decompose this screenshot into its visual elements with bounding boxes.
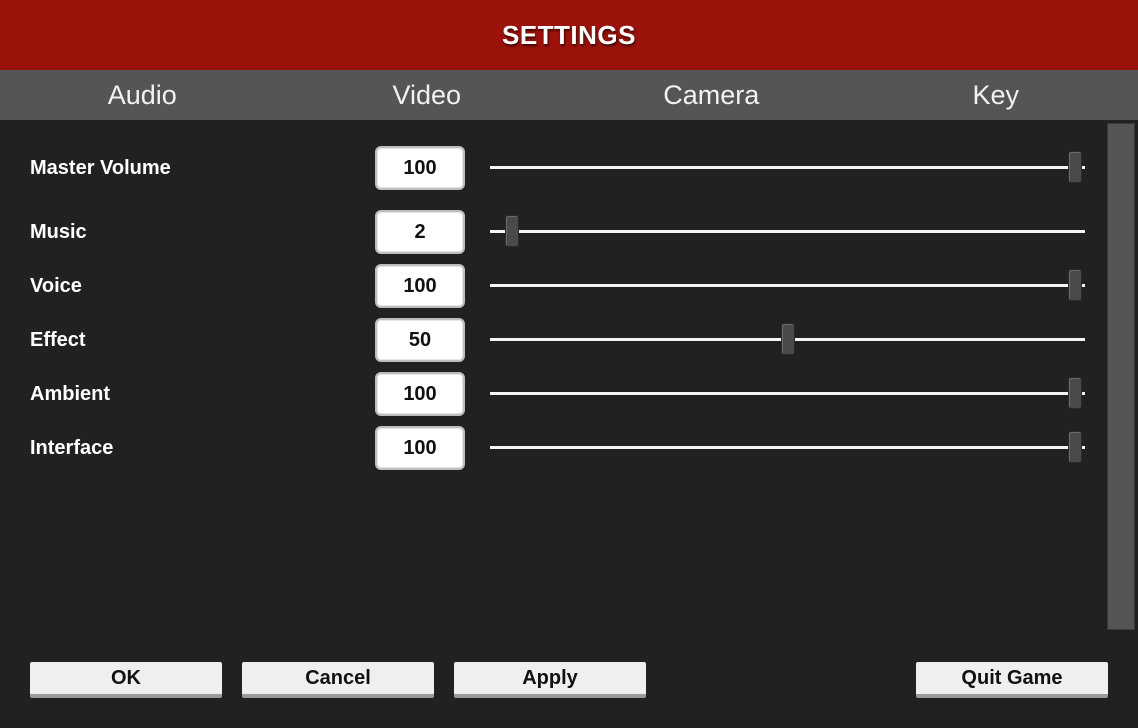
ok-button[interactable]: OK — [30, 662, 222, 698]
audio-settings-panel: Master Volume 100 Music 2 Voice 100 Effe… — [0, 120, 1108, 632]
master-volume-slider-thumb[interactable] — [1068, 151, 1082, 183]
voice-label: Voice — [30, 275, 82, 297]
voice-slider-thumb[interactable] — [1068, 269, 1082, 301]
ambient-row: Ambient 100 — [0, 372, 1108, 416]
apply-button[interactable]: Apply — [454, 662, 646, 698]
tab-video[interactable]: Video — [285, 70, 570, 120]
music-slider-thumb[interactable] — [504, 215, 519, 247]
effect-slider-thumb[interactable] — [780, 323, 795, 355]
master-volume-slider[interactable] — [490, 151, 1085, 183]
music-value[interactable]: 2 — [375, 210, 465, 254]
master-volume-row: Master Volume 100 — [0, 146, 1108, 190]
tab-camera[interactable]: Camera — [569, 70, 854, 120]
title-bar: SETTINGS — [0, 0, 1138, 70]
page-title: SETTINGS — [501, 19, 636, 50]
vertical-scrollbar[interactable] — [1107, 123, 1135, 630]
tab-bar: Audio Video Camera Key — [0, 70, 1138, 120]
interface-label: Interface — [30, 437, 114, 459]
ambient-slider-thumb[interactable] — [1068, 377, 1082, 409]
interface-slider[interactable] — [490, 431, 1085, 463]
voice-value[interactable]: 100 — [375, 264, 465, 308]
ambient-label: Ambient — [30, 383, 110, 405]
effect-value[interactable]: 50 — [375, 318, 465, 362]
voice-row: Voice 100 — [0, 264, 1108, 308]
master-volume-value[interactable]: 100 — [375, 146, 465, 190]
interface-value[interactable]: 100 — [375, 426, 465, 470]
master-volume-label: Master Volume — [30, 157, 171, 179]
ambient-slider[interactable] — [490, 377, 1085, 409]
voice-slider[interactable] — [490, 269, 1085, 301]
cancel-button[interactable]: Cancel — [242, 662, 434, 698]
effect-slider[interactable] — [490, 323, 1085, 355]
effect-row: Effect 50 — [0, 318, 1108, 362]
music-slider[interactable] — [490, 215, 1085, 247]
music-label: Music — [30, 221, 87, 243]
tab-audio[interactable]: Audio — [0, 70, 285, 120]
interface-row: Interface 100 — [0, 426, 1108, 470]
quit-game-button[interactable]: Quit Game — [916, 662, 1108, 698]
ambient-value[interactable]: 100 — [375, 372, 465, 416]
music-row: Music 2 — [0, 210, 1108, 254]
tab-key[interactable]: Key — [854, 70, 1138, 120]
interface-slider-thumb[interactable] — [1068, 431, 1082, 463]
effect-label: Effect — [30, 329, 86, 351]
